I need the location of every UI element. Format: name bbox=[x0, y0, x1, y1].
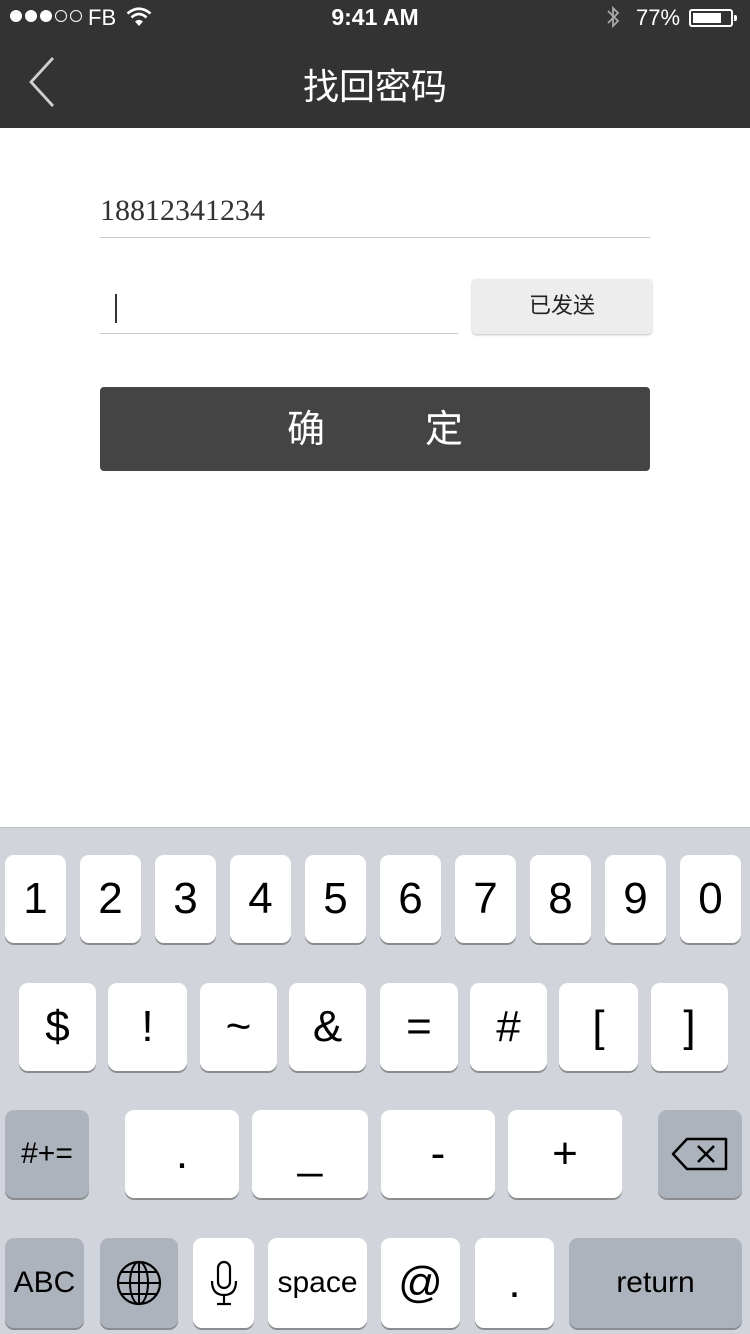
key-at[interactable]: @ bbox=[381, 1238, 460, 1328]
globe-key[interactable] bbox=[100, 1238, 178, 1328]
phone-number-input[interactable] bbox=[100, 186, 650, 236]
key-6[interactable]: 6 bbox=[380, 855, 441, 943]
key-3[interactable]: 3 bbox=[155, 855, 216, 943]
space-key[interactable]: space bbox=[268, 1238, 367, 1328]
nav-bar: 找回密码 bbox=[0, 36, 750, 128]
battery-percent: 77% bbox=[636, 5, 681, 30]
header: FB 9:41 AM 77% 找回密码 bbox=[0, 0, 750, 128]
key-hyphen[interactable]: - bbox=[381, 1110, 495, 1198]
keyboard: 1 2 3 4 5 6 7 8 9 0 $ ! ~ & = # [ ] #+= … bbox=[0, 827, 750, 1334]
phone-number-field[interactable] bbox=[100, 186, 650, 238]
key-period[interactable]: . bbox=[125, 1110, 239, 1198]
key-1[interactable]: 1 bbox=[5, 855, 66, 943]
abc-toggle-key[interactable]: ABC bbox=[5, 1238, 84, 1328]
key-2[interactable]: 2 bbox=[80, 855, 141, 943]
key-4[interactable]: 4 bbox=[230, 855, 291, 943]
text-cursor bbox=[115, 294, 117, 323]
confirm-button[interactable]: 确定 bbox=[100, 387, 650, 471]
microphone-key[interactable] bbox=[193, 1238, 254, 1328]
key-hash[interactable]: # bbox=[470, 983, 547, 1071]
key-underscore[interactable]: _ bbox=[252, 1110, 368, 1198]
key-equals[interactable]: = bbox=[380, 983, 458, 1071]
key-dot[interactable]: . bbox=[475, 1238, 554, 1328]
key-exclamation[interactable]: ! bbox=[108, 983, 187, 1071]
delete-icon bbox=[671, 1137, 728, 1171]
key-5[interactable]: 5 bbox=[305, 855, 366, 943]
microphone-icon bbox=[210, 1260, 237, 1306]
key-7[interactable]: 7 bbox=[455, 855, 516, 943]
bluetooth-icon bbox=[607, 5, 620, 29]
battery-icon bbox=[689, 9, 737, 27]
send-code-button[interactable]: 已发送 bbox=[472, 279, 652, 334]
symbols-toggle-key[interactable]: #+= bbox=[5, 1110, 89, 1198]
key-8[interactable]: 8 bbox=[530, 855, 591, 943]
key-tilde[interactable]: ~ bbox=[200, 983, 277, 1071]
return-key[interactable]: return bbox=[569, 1238, 742, 1328]
key-0[interactable]: 0 bbox=[680, 855, 741, 943]
key-right-bracket[interactable]: ] bbox=[651, 983, 728, 1071]
verification-code-field[interactable] bbox=[100, 282, 458, 334]
key-9[interactable]: 9 bbox=[605, 855, 666, 943]
status-bar: FB 9:41 AM 77% bbox=[0, 0, 750, 36]
key-plus[interactable]: + bbox=[508, 1110, 622, 1198]
delete-key[interactable] bbox=[658, 1110, 742, 1198]
key-dollar[interactable]: $ bbox=[19, 983, 96, 1071]
page-title: 找回密码 bbox=[302, 67, 447, 108]
key-ampersand[interactable]: & bbox=[289, 983, 366, 1071]
globe-icon bbox=[116, 1260, 162, 1306]
verification-code-input[interactable] bbox=[100, 282, 458, 332]
key-left-bracket[interactable]: [ bbox=[559, 983, 638, 1071]
